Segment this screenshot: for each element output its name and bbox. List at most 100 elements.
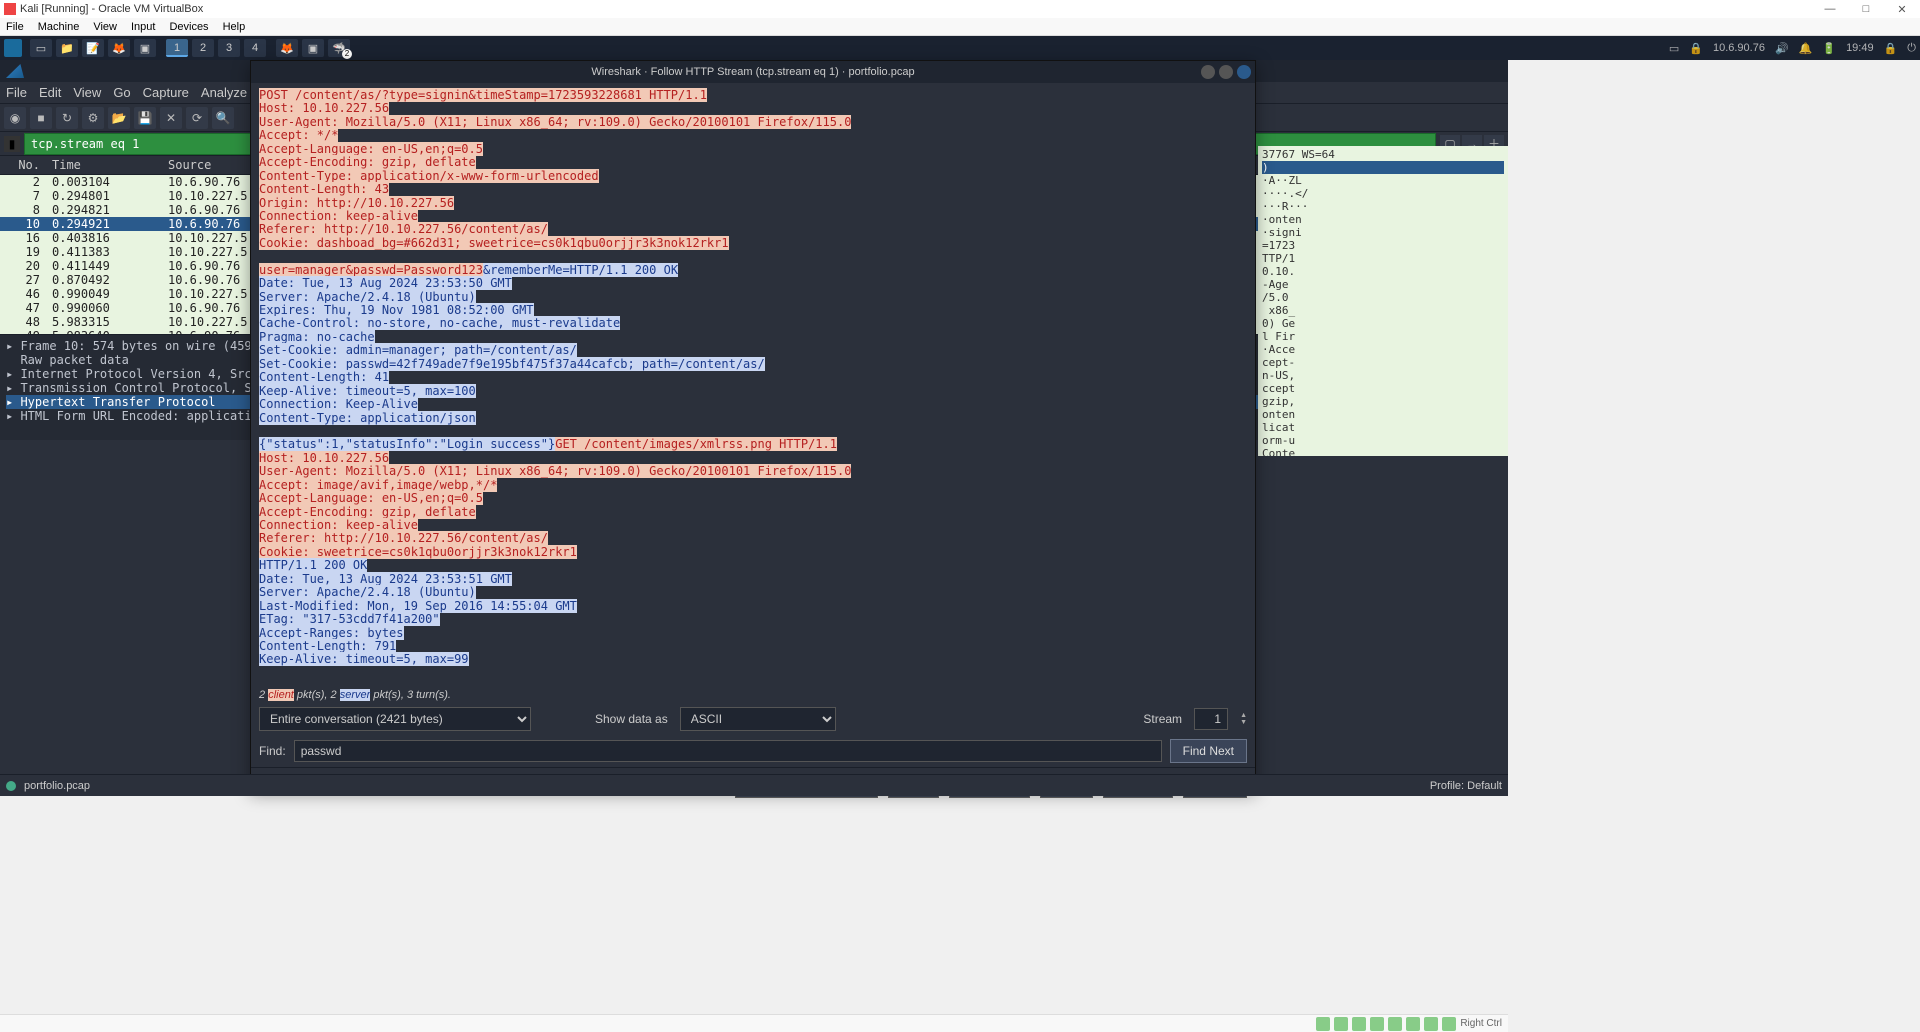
col-header-no[interactable]: No. — [0, 158, 46, 172]
maximize-button[interactable]: □ — [1852, 3, 1880, 16]
hd-indicator-icon[interactable] — [1316, 1017, 1330, 1031]
window-controls: — □ ✕ — [1816, 3, 1916, 16]
stream-content[interactable]: POST /content/as/?type=signin&timeStamp=… — [251, 83, 1255, 687]
show-desktop-icon[interactable]: ▭ — [30, 39, 52, 57]
find-input[interactable] — [294, 740, 1162, 762]
menu-input[interactable]: Input — [131, 21, 155, 33]
hex-line: licat — [1262, 421, 1504, 434]
stream-number-input[interactable] — [1194, 708, 1228, 730]
save-file-icon[interactable]: 💾 — [134, 107, 156, 129]
virtualbox-menubar: File Machine View Input Devices Help — [0, 18, 1920, 36]
status-profile[interactable]: Profile: Default — [1430, 780, 1502, 792]
conversation-select[interactable]: Entire conversation (2421 bytes) — [259, 707, 531, 731]
battery-icon[interactable]: 🔋 — [1822, 42, 1836, 55]
hex-line: Conte — [1262, 447, 1504, 456]
packet-bytes-pane[interactable]: 37767 WS=64 ) ·A··ZL····.</···R····onten… — [1258, 146, 1508, 456]
workspace-2[interactable]: 2 — [192, 39, 214, 57]
stream-titlebar[interactable]: Wireshark · Follow HTTP Stream (tcp.stre… — [251, 61, 1255, 83]
close-file-icon[interactable]: ✕ — [160, 107, 182, 129]
cd-indicator-icon[interactable] — [1334, 1017, 1348, 1031]
stream-label: Stream — [1143, 712, 1182, 726]
hex-line: onten — [1262, 408, 1504, 421]
hex-line: cept- — [1262, 356, 1504, 369]
status-indicator-icon[interactable] — [6, 781, 16, 791]
hex-line: ·onten — [1262, 213, 1504, 226]
hex-line: orm-u — [1262, 434, 1504, 447]
kali-menu-icon[interactable] — [4, 39, 22, 57]
reload-icon[interactable]: ⟳ — [186, 107, 208, 129]
menu-file[interactable]: File — [6, 21, 24, 33]
shared-indicator-icon[interactable] — [1388, 1017, 1402, 1031]
notification-icon[interactable]: 🔔 — [1799, 42, 1813, 55]
virtualbox-titlebar: Kali [Running] - Oracle VM VirtualBox — … — [0, 0, 1920, 18]
capture-options-icon[interactable]: ⚙ — [82, 107, 104, 129]
virtualbox-statusbar: Right Ctrl — [0, 1014, 1508, 1032]
packet-info: 2 client pkt(s), 2 server pkt(s), 3 turn… — [251, 687, 1255, 703]
hex-line: TTP/1 — [1262, 252, 1504, 265]
find-next-button[interactable]: Find Next — [1170, 739, 1247, 763]
volume-icon[interactable]: 🔊 — [1775, 42, 1789, 55]
screen-icon[interactable]: ▭ — [1669, 42, 1679, 55]
menu-devices[interactable]: Devices — [169, 21, 208, 33]
http-request-1[interactable]: POST /content/as/?type=signin&timeStamp=… — [259, 88, 851, 277]
ws-menu-edit[interactable]: Edit — [39, 85, 61, 100]
hex-line: ccept — [1262, 382, 1504, 395]
lock-icon[interactable]: 🔒 — [1884, 42, 1898, 55]
taskbar-terminal-icon[interactable]: ▣ — [302, 39, 324, 57]
power-icon[interactable]: ⏻ — [1907, 42, 1916, 55]
workspace-4[interactable]: 4 — [244, 39, 266, 57]
status-file: portfolio.pcap — [24, 780, 90, 792]
stream-up-icon[interactable]: ▲ — [1240, 712, 1247, 719]
clock[interactable]: 19:49 — [1846, 42, 1874, 54]
text-editor-icon[interactable]: 📝 — [82, 39, 104, 57]
window-close-icon[interactable] — [1237, 65, 1251, 79]
wireshark-fin-icon — [6, 64, 24, 78]
capture-start-icon[interactable]: ◉ — [4, 107, 26, 129]
close-button[interactable]: ✕ — [1888, 3, 1916, 16]
find-packet-icon[interactable]: 🔍 — [212, 107, 234, 129]
workspace-1[interactable]: 1 — [166, 39, 188, 57]
hex-line: 0.10. — [1262, 265, 1504, 278]
hex-line: ····.</ — [1262, 187, 1504, 200]
capture-stop-icon[interactable]: ■ — [30, 107, 52, 129]
taskbar-wireshark-icon[interactable]: 🦈2 — [328, 39, 350, 57]
hex-line: n-US, — [1262, 369, 1504, 382]
hex-line: -Age — [1262, 278, 1504, 291]
terminal-icon[interactable]: ▣ — [134, 39, 156, 57]
ws-menu-file[interactable]: File — [6, 85, 27, 100]
ws-menu-analyze[interactable]: Analyze — [201, 85, 247, 100]
file-manager-icon[interactable]: 📁 — [56, 39, 78, 57]
host-key-label: Right Ctrl — [1460, 1018, 1502, 1029]
ws-menu-view[interactable]: View — [73, 85, 101, 100]
find-label: Find: — [259, 744, 286, 758]
bookmark-filter-icon[interactable]: ▮ — [4, 136, 20, 152]
col-header-time[interactable]: Time — [46, 158, 162, 172]
window-maximize-icon[interactable] — [1219, 65, 1233, 79]
http-response-1[interactable]: HTTP/1.1 200 OK Date: Tue, 13 Aug 2024 2… — [259, 263, 765, 452]
menu-view[interactable]: View — [93, 21, 117, 33]
stream-down-icon[interactable]: ▼ — [1240, 719, 1247, 726]
record-indicator-icon[interactable] — [1424, 1017, 1438, 1031]
ws-menu-go[interactable]: Go — [113, 85, 130, 100]
workspace-3[interactable]: 3 — [218, 39, 240, 57]
ws-menu-capture[interactable]: Capture — [143, 85, 189, 100]
stream-title: Wireshark · Follow HTTP Stream (tcp.stre… — [251, 66, 1255, 78]
net-indicator-icon[interactable] — [1352, 1017, 1366, 1031]
menu-help[interactable]: Help — [223, 21, 246, 33]
open-file-icon[interactable]: 📂 — [108, 107, 130, 129]
http-response-2[interactable]: HTTP/1.1 200 OK Date: Tue, 13 Aug 2024 2… — [259, 558, 577, 666]
show-as-select[interactable]: ASCII — [680, 707, 836, 731]
hex-line: gzip, — [1262, 395, 1504, 408]
minimize-button[interactable]: — — [1816, 3, 1844, 16]
display-indicator-icon[interactable] — [1406, 1017, 1420, 1031]
taskbar-firefox-icon[interactable]: 🦊 — [276, 39, 298, 57]
usb-indicator-icon[interactable] — [1370, 1017, 1384, 1031]
menu-machine[interactable]: Machine — [38, 21, 80, 33]
vpn-icon[interactable]: 🔒 — [1689, 42, 1703, 55]
window-minimize-icon[interactable] — [1201, 65, 1215, 79]
hex-line: 0) Ge — [1262, 317, 1504, 330]
http-request-2[interactable]: GET /content/images/xmlrss.png HTTP/1.1 … — [259, 437, 851, 559]
capture-restart-icon[interactable]: ↻ — [56, 107, 78, 129]
firefox-icon[interactable]: 🦊 — [108, 39, 130, 57]
cpu-indicator-icon[interactable] — [1442, 1017, 1456, 1031]
